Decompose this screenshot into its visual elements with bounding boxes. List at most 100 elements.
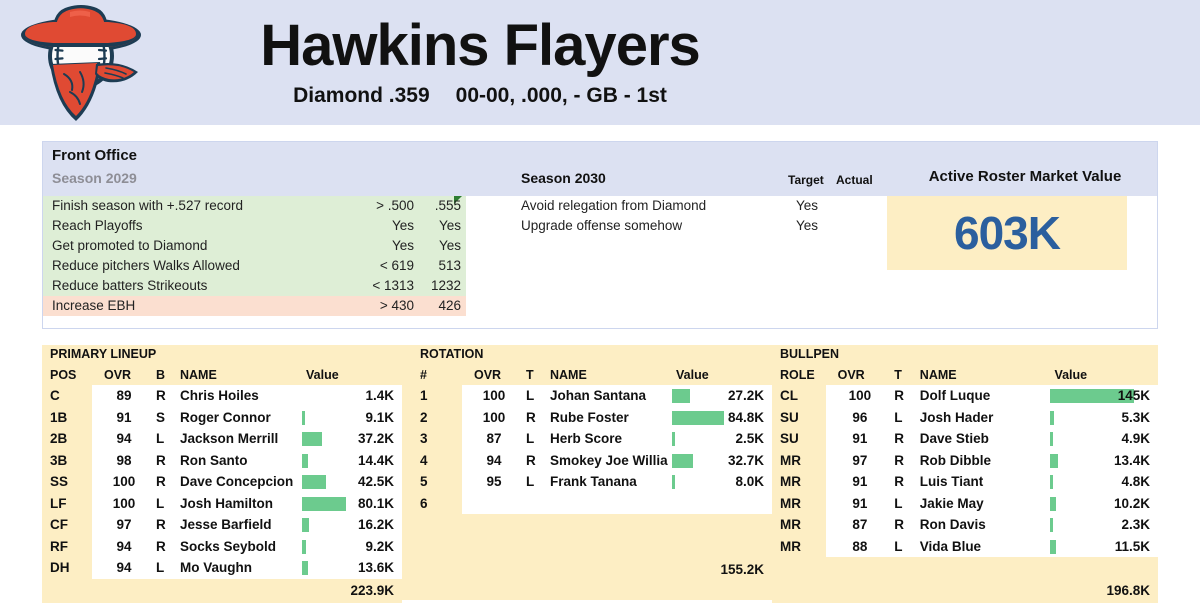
cell-player-name[interactable]: Ron Davis bbox=[917, 514, 1047, 536]
team-standings-line: Diamond .359 00-00, .000, - GB - 1st bbox=[180, 84, 780, 108]
col-header-ovr: OVR bbox=[474, 367, 502, 382]
value-text: 16.2K bbox=[357, 517, 394, 532]
table-row[interactable]: C 89 R Chris Hoiles 1.4K bbox=[42, 385, 402, 407]
cell-overall-rating: 98 bbox=[92, 449, 156, 471]
cell-overall-rating: 100 bbox=[825, 385, 895, 407]
table-row[interactable]: MR 91 L Jakie May 10.2K bbox=[772, 492, 1158, 514]
cell-handedness: L bbox=[894, 406, 918, 428]
cell-player-name[interactable]: Luis Tiant bbox=[917, 471, 1047, 493]
cell-position: RF bbox=[42, 535, 92, 557]
table-row[interactable]: 1B 91 S Roger Connor 9.1K bbox=[42, 406, 402, 428]
cell-player-name[interactable]: Josh Hader bbox=[917, 406, 1047, 428]
value-text: 145K bbox=[1117, 388, 1150, 403]
cell-player-name[interactable]: Mo Vaughn bbox=[178, 557, 298, 579]
cell-position: 1B bbox=[42, 406, 92, 428]
goal-row: Reduce batters Strikeouts < 1313 1232 bbox=[43, 276, 466, 296]
table-row[interactable]: DH 94 L Mo Vaughn 13.6K bbox=[42, 557, 402, 579]
table-row[interactable]: MR 87 R Ron Davis 2.3K bbox=[772, 514, 1158, 536]
cell-player-name[interactable]: Socks Seybold bbox=[178, 535, 298, 557]
cell-player-name[interactable]: Dolf Luque bbox=[917, 385, 1047, 407]
table-row[interactable]: 3 87 L Herb Score 2.5K bbox=[412, 428, 772, 450]
cell-value: 13.6K bbox=[298, 557, 402, 579]
cell-player-name[interactable]: Vida Blue bbox=[917, 535, 1047, 557]
front-office-panel: Front Office Season 2029 Season 2030 Tar… bbox=[42, 141, 1158, 329]
table-row[interactable]: SU 91 R Dave Stieb 4.9K bbox=[772, 428, 1158, 450]
cell-handedness: R bbox=[156, 514, 178, 536]
cell-player-name[interactable]: Rube Foster bbox=[548, 406, 668, 428]
table-row[interactable]: MR 91 R Luis Tiant 4.8K bbox=[772, 471, 1158, 493]
rotation-total-row: 155.2K bbox=[412, 557, 772, 581]
col-header-ovr: OVR bbox=[104, 367, 132, 382]
goal-row: Reduce pitchers Walks Allowed < 619 513 bbox=[43, 256, 466, 276]
cell-value bbox=[668, 492, 772, 514]
value-text: 13.6K bbox=[357, 560, 394, 575]
cell-player-name[interactable]: Josh Hamilton bbox=[178, 492, 298, 514]
goal-label: Upgrade offense somehow bbox=[521, 218, 683, 233]
table-row[interactable]: 2B 94 L Jackson Merrill 37.2K bbox=[42, 428, 402, 450]
goal-row: Avoid relegation from Diamond Yes bbox=[521, 196, 881, 216]
current-season-goals: Avoid relegation from Diamond Yes Upgrad… bbox=[521, 196, 881, 236]
cell-player-name[interactable]: Herb Score bbox=[548, 428, 668, 450]
cell-player-name[interactable] bbox=[548, 492, 668, 514]
table-row[interactable]: MR 97 R Rob Dibble 13.4K bbox=[772, 449, 1158, 471]
table-row[interactable]: 6 bbox=[412, 492, 772, 514]
cell-player-name[interactable]: Smokey Joe Williams bbox=[548, 449, 687, 471]
cell-value: 13.4K bbox=[1046, 449, 1158, 471]
goal-target: Yes bbox=[391, 238, 414, 253]
table-row[interactable]: LF 100 L Josh Hamilton 80.1K bbox=[42, 492, 402, 514]
cell-overall-rating: 88 bbox=[825, 535, 895, 557]
market-value-title: Active Roster Market Value bbox=[928, 168, 1122, 185]
table-row[interactable]: MR 88 L Vida Blue 11.5K bbox=[772, 535, 1158, 557]
cell-player-name[interactable]: Frank Tanana bbox=[548, 471, 668, 493]
table-row[interactable]: 4 94 R Smokey Joe Williams 32.7K bbox=[412, 449, 772, 471]
section-title-bullpen: BULLPEN bbox=[780, 347, 840, 361]
cell-position: 4 bbox=[412, 449, 462, 471]
rotation-spacer-row bbox=[412, 514, 772, 536]
current-season-label: Season 2030 bbox=[521, 170, 606, 186]
cell-handedness: S bbox=[156, 406, 178, 428]
market-value-amount: 603K bbox=[954, 207, 1061, 259]
past-season-goals: Finish season with +.527 record > .500 .… bbox=[43, 196, 466, 316]
value-bar bbox=[302, 410, 306, 425]
value-bar bbox=[1050, 453, 1058, 468]
cell-player-name[interactable]: Roger Connor bbox=[178, 406, 298, 428]
goal-target: Yes bbox=[795, 218, 819, 233]
cell-player-name[interactable]: Ron Santo bbox=[178, 449, 298, 471]
record-label: 00-00, .000, - GB - 1st bbox=[455, 84, 667, 107]
cell-player-name[interactable]: Jakie May bbox=[917, 492, 1047, 514]
table-row[interactable]: SS 100 R Dave Concepcion 42.5K bbox=[42, 471, 402, 493]
cell-overall-rating: 91 bbox=[825, 471, 895, 493]
cell-player-name[interactable]: Jackson Merrill bbox=[178, 428, 298, 450]
table-row[interactable]: CF 97 R Jesse Barfield 16.2K bbox=[42, 514, 402, 536]
table-row[interactable]: 2 100 R Rube Foster 84.8K bbox=[412, 406, 772, 428]
cell-value: 5.3K bbox=[1046, 406, 1158, 428]
cell-player-name[interactable]: Dave Concepcion bbox=[178, 471, 298, 493]
cell-position: MR bbox=[772, 535, 826, 557]
cell-player-name[interactable]: Dave Stieb bbox=[917, 428, 1047, 450]
table-row[interactable]: CL 100 R Dolf Luque 145K bbox=[772, 385, 1158, 407]
table-row[interactable]: 1 100 L Johan Santana 27.2K bbox=[412, 385, 772, 407]
table-row[interactable]: RF 94 R Socks Seybold 9.2K bbox=[42, 535, 402, 557]
cell-value: 42.5K bbox=[298, 471, 402, 493]
cell-value: 9.1K bbox=[298, 406, 402, 428]
cell-player-name[interactable]: Chris Hoiles bbox=[178, 385, 298, 407]
table-row[interactable]: 3B 98 R Ron Santo 14.4K bbox=[42, 449, 402, 471]
table-row[interactable]: 5 95 L Frank Tanana 8.0K bbox=[412, 471, 772, 493]
col-header-throws: T bbox=[894, 367, 902, 382]
target-column-header: Target bbox=[788, 173, 824, 187]
active-roster-market-value-box: 603K bbox=[887, 196, 1127, 270]
cell-position: 3B bbox=[42, 449, 92, 471]
cell-player-name[interactable]: Jesse Barfield bbox=[178, 514, 298, 536]
cell-overall-rating: 89 bbox=[92, 385, 156, 407]
lineup-total-row: 223.9K bbox=[42, 578, 402, 603]
goal-row: Get promoted to Diamond Yes Yes bbox=[43, 236, 466, 256]
goal-target: Yes bbox=[391, 218, 414, 233]
table-row[interactable]: SU 96 L Josh Hader 5.3K bbox=[772, 406, 1158, 428]
cell-overall-rating: 94 bbox=[92, 428, 156, 450]
cell-position: 1 bbox=[412, 385, 462, 407]
col-header-pos: POS bbox=[50, 367, 77, 382]
cell-player-name[interactable]: Rob Dibble bbox=[917, 449, 1047, 471]
actual-column-header: Actual bbox=[836, 173, 873, 187]
cell-overall-rating: 91 bbox=[825, 492, 895, 514]
cell-player-name[interactable]: Johan Santana bbox=[548, 385, 668, 407]
